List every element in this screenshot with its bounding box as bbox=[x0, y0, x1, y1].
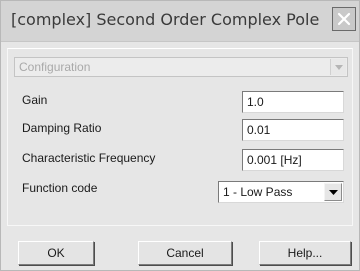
function-code-select[interactable]: 1 - Low Pass bbox=[218, 181, 344, 203]
gain-label: Gain bbox=[22, 93, 48, 107]
damping-ratio-label: Damping Ratio bbox=[22, 121, 102, 135]
characteristic-frequency-label: Characteristic Frequency bbox=[22, 151, 156, 165]
damping-ratio-input[interactable]: 0.01 bbox=[242, 119, 344, 141]
close-button[interactable] bbox=[332, 7, 356, 31]
ok-button[interactable]: OK bbox=[18, 241, 94, 265]
dialog-window: [complex] Second Order Complex Pole Conf… bbox=[0, 0, 360, 271]
window-title: [complex] Second Order Complex Pole bbox=[11, 10, 320, 29]
configuration-value: Configuration bbox=[19, 60, 91, 74]
configuration-select[interactable]: Configuration bbox=[14, 57, 348, 77]
cancel-button[interactable]: Cancel bbox=[138, 241, 232, 265]
chevron-down-icon bbox=[324, 183, 342, 201]
function-code-label: Function code bbox=[22, 181, 98, 195]
gain-input[interactable]: 1.0 bbox=[242, 91, 344, 113]
chevron-down-icon bbox=[330, 59, 346, 75]
characteristic-frequency-input[interactable]: 0.001 [Hz] bbox=[242, 149, 344, 171]
function-code-value: 1 - Low Pass bbox=[223, 185, 293, 199]
help-button[interactable]: Help... bbox=[259, 241, 351, 265]
close-icon bbox=[337, 12, 351, 26]
title-bar[interactable]: [complex] Second Order Complex Pole bbox=[1, 1, 359, 42]
